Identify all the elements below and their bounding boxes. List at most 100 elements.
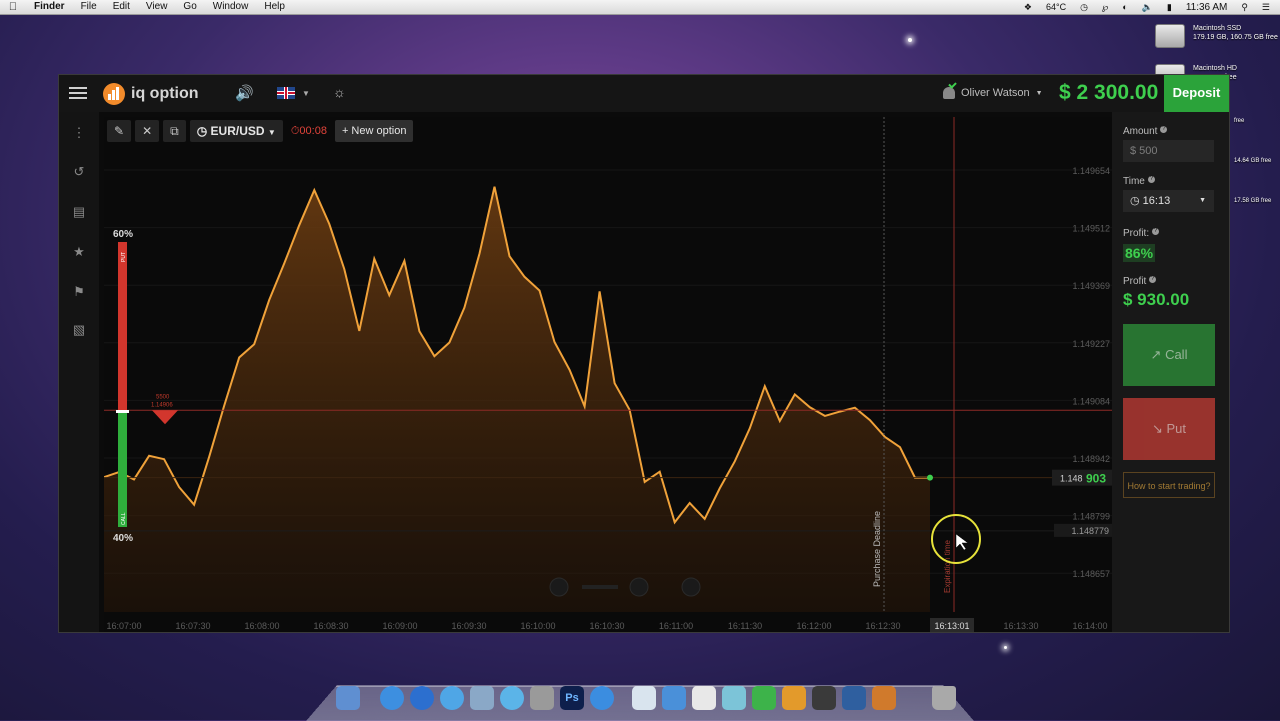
downloads-icon[interactable] [752, 686, 776, 710]
finder-icon[interactable] [336, 686, 360, 710]
how-to-start-trading-link[interactable]: How to start trading? [1123, 472, 1215, 498]
put-sentiment-bar [118, 242, 127, 412]
menubar-clock[interactable]: 11:36 AM [1186, 2, 1228, 13]
amount-label-text: Amount [1123, 126, 1158, 137]
call-label: Call [1165, 347, 1188, 362]
video-clapper-icon[interactable] [842, 686, 866, 710]
preview-icon[interactable] [470, 686, 494, 710]
time-select[interactable]: ◷ 16:13 ▼ [1123, 190, 1214, 212]
menu-file[interactable]: File [73, 0, 105, 14]
call-button[interactable]: ↗ Call [1123, 324, 1215, 386]
x-tick-label: 16:11:30 [728, 621, 762, 631]
trade-panel: Amount? $ 500 Time? ◷ 16:13 ▼ Profit:? 86… [1112, 112, 1229, 632]
help-icon[interactable]: ? [1160, 126, 1168, 133]
chevron-down-icon[interactable]: ▼ [302, 89, 310, 98]
y-tick-label: 1.148799 [1072, 512, 1110, 522]
zoom-in-icon[interactable] [629, 577, 649, 597]
x-tick-label: 16:14:00 [1072, 621, 1107, 631]
bluetooth-icon[interactable]: ℘ [1102, 2, 1108, 13]
twitter-icon[interactable] [440, 686, 464, 710]
itunes-icon[interactable] [410, 686, 434, 710]
menu-view[interactable]: View [138, 0, 176, 14]
drive-name: Macintosh HD [1193, 65, 1237, 72]
expiry-timer: ⏱00:08 [287, 125, 331, 138]
pen-tool-icon[interactable] [530, 686, 554, 710]
iqoption-logo[interactable]: iq option [103, 83, 199, 105]
box-icon[interactable] [722, 686, 746, 710]
wifi-icon[interactable]: ◐ [1122, 2, 1127, 12]
chart-canvas[interactable]: Purchase Deadline Expiration time 1.148 903… [103, 117, 1112, 632]
more-options-icon[interactable]: ⋮ [68, 125, 90, 143]
help-icon[interactable]: ? [1147, 176, 1155, 183]
history-icon[interactable]: ↺ [68, 164, 90, 182]
time-label: Time? [1123, 176, 1155, 187]
uk-flag-icon[interactable] [277, 87, 295, 99]
signal-tower-icon[interactable]: ⚑ [68, 284, 90, 302]
asset-selector[interactable]: ◷ EUR/USD ▼ [189, 120, 283, 142]
time-label-text: Time [1123, 176, 1145, 187]
applications-folder-icon[interactable] [662, 686, 686, 710]
chevron-down-icon: ▼ [1199, 197, 1206, 204]
pencil-icon[interactable]: ✎ [107, 120, 132, 142]
safari-icon[interactable] [380, 686, 404, 710]
skip-forward-icon[interactable] [681, 577, 701, 597]
new-option-button[interactable]: + New option [334, 120, 414, 142]
trash-icon[interactable] [932, 686, 956, 710]
x-tick-label: 16:08:00 [244, 621, 279, 631]
spotlight-icon[interactable]: ⚲ [1241, 2, 1248, 13]
purchase-deadline-label: Purchase Deadline [872, 511, 882, 587]
x-tick-label: 16:07:30 [175, 621, 210, 631]
news-icon[interactable]: ▧ [68, 322, 90, 340]
put-button[interactable]: ↘ Put [1123, 398, 1215, 460]
apple-menu-icon[interactable]:  [0, 1, 26, 13]
menu-finder[interactable]: Finder [26, 0, 73, 14]
home-folder-icon[interactable] [632, 686, 656, 710]
image-folder-icon[interactable] [872, 686, 896, 710]
x-tick-label: 16:09:00 [382, 621, 417, 631]
amount-input[interactable]: $ 500 [1123, 140, 1214, 162]
hamburger-menu-icon[interactable] [69, 84, 87, 102]
photoshop-icon[interactable]: Ps [560, 686, 584, 710]
y-tick-label: 1.149084 [1072, 396, 1110, 406]
desktop-drive-ssd[interactable]: Macintosh SSD 179.19 GB, 160.75 GB free [1155, 24, 1278, 48]
app-store-icon[interactable] [590, 686, 614, 710]
menu-edit[interactable]: Edit [105, 0, 138, 14]
help-icon[interactable]: ? [1149, 276, 1157, 283]
user-menu[interactable]: Oliver Watson ▼ [943, 87, 1043, 99]
movies-clapper-icon[interactable] [812, 686, 836, 710]
dropbox-icon[interactable]: ❖ [1024, 2, 1032, 13]
battery-icon[interactable]: ▮ [1167, 2, 1172, 13]
y-tick-label: 1.149654 [1072, 166, 1110, 176]
asset-name: EUR/USD [210, 124, 265, 138]
volume-icon[interactable]: 🔈 [1142, 2, 1153, 13]
menu-window[interactable]: Window [205, 0, 257, 14]
deposit-button[interactable]: Deposit [1164, 75, 1229, 112]
lightbulb-icon[interactable]: ☼ [333, 84, 346, 100]
zoom-slider[interactable] [582, 585, 618, 589]
notification-center-icon[interactable]: ☰ [1262, 2, 1270, 13]
background-star [908, 38, 912, 42]
price-area [104, 186, 930, 612]
chart-toolbar: ✎ ✕ ⧉ ◷ EUR/USD ▼ ⏱00:08 + New option [107, 120, 414, 142]
close-icon[interactable]: ✕ [135, 120, 160, 142]
copy-icon[interactable]: ⧉ [163, 120, 186, 142]
menu-help[interactable]: Help [256, 0, 293, 14]
time-machine-icon[interactable]: ◷ [1080, 2, 1088, 13]
messages-icon[interactable] [500, 686, 524, 710]
y-tick-label: 1.148657 [1072, 569, 1110, 579]
sound-icon[interactable]: 🔊 [235, 84, 254, 102]
mac-menubar:  Finder File Edit View Go Window Help ❖… [0, 0, 1280, 15]
music-folder-icon[interactable] [782, 686, 806, 710]
documents-icon[interactable] [692, 686, 716, 710]
menu-go[interactable]: Go [175, 0, 204, 14]
x-tick-label: 16:13:01 [934, 621, 969, 631]
x-tick-label: 16:12:30 [865, 621, 900, 631]
price-chart[interactable]: Purchase Deadline Expiration time 1.148 903… [103, 117, 1112, 632]
user-star-icon[interactable]: ★ [68, 244, 90, 262]
logo-text: iq option [131, 85, 199, 102]
zoom-out-icon[interactable] [549, 577, 569, 597]
profit-label: Profit? [1123, 276, 1157, 287]
chart-area-icon[interactable]: ▤ [68, 204, 90, 222]
help-icon[interactable]: ? [1152, 228, 1160, 235]
current-price-prefix: 1.148 [1060, 474, 1083, 484]
